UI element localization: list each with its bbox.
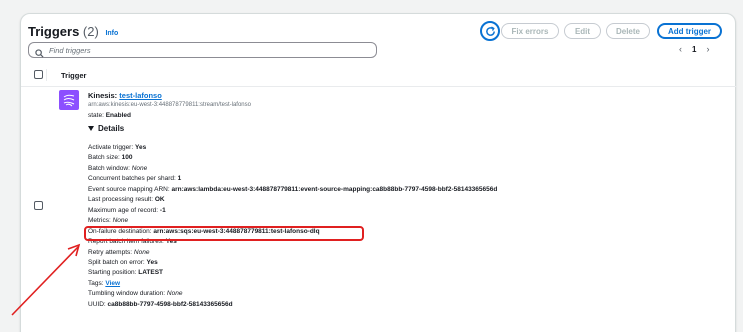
detail-label: Last processing result: [88, 196, 154, 204]
pagination: ‹ 1 › [679, 44, 709, 54]
detail-label: Retry attempts: [88, 248, 133, 256]
detail-label: Batch window: [88, 164, 130, 172]
detail-value: None [166, 290, 183, 298]
trigger-service: Kinesis: [88, 91, 118, 100]
detail-row: Tags: View [88, 279, 728, 289]
triggers-panel: Triggers (2) Info Fix errors Edit Delete… [20, 13, 737, 332]
detail-value: OK [154, 196, 165, 204]
prev-page-icon[interactable]: ‹ [679, 44, 682, 54]
detail-label: UUID: [88, 300, 106, 308]
fix-errors-button[interactable]: Fix errors [501, 23, 559, 39]
search-box [28, 42, 377, 58]
detail-label: Starting position: [88, 269, 137, 277]
refresh-button[interactable] [480, 21, 500, 41]
detail-row: Event source mapping ARN: arn:aws:lambda… [88, 185, 728, 195]
row-checkbox[interactable] [34, 201, 43, 210]
detail-row: Concurrent batches per shard: 1 [88, 174, 728, 184]
panel-title: Triggers (2) Info [28, 24, 118, 39]
detail-row: Last processing result: OK [88, 195, 728, 205]
detail-label: Event source mapping ARN: [88, 185, 170, 193]
trigger-name-link[interactable]: test-lafonso [119, 91, 162, 100]
delete-button[interactable]: Delete [606, 23, 650, 39]
detail-value: ca8b88bb-7797-4598-bbf2-58143365656d [107, 300, 233, 308]
detail-label: Maximum age of record: [88, 206, 159, 214]
detail-label: Batch size: [88, 154, 120, 162]
detail-value: None [133, 248, 150, 256]
detail-value: Yes [146, 258, 158, 266]
details-toggle[interactable]: Details [88, 124, 124, 133]
detail-row: Split batch on error: Yes [88, 258, 728, 268]
detail-row: Activate trigger: Yes [88, 143, 728, 153]
detail-value: None [131, 164, 148, 172]
detail-row: UUID: ca8b88bb-7797-4598-bbf2-5814336565… [88, 300, 728, 310]
detail-label: Metrics: [88, 217, 111, 225]
table-header: Trigger [21, 65, 737, 87]
add-trigger-button[interactable]: Add trigger [657, 23, 722, 39]
detail-value: -1 [159, 206, 166, 214]
annotation-highlight-box [84, 226, 364, 241]
detail-value: 1 [177, 175, 182, 183]
detail-row: Retry attempts: None [88, 248, 728, 258]
detail-value: LATEST [138, 269, 164, 277]
detail-row: Starting position: LATEST [88, 268, 728, 278]
detail-label: Activate trigger: [88, 144, 134, 151]
trigger-name: Kinesis: test-lafonso [88, 91, 162, 100]
detail-value: 100 [121, 154, 133, 162]
search-input[interactable] [49, 45, 349, 55]
kinesis-icon [59, 90, 79, 110]
detail-value: None [112, 217, 129, 225]
title-text: Triggers [28, 24, 80, 39]
info-link[interactable]: Info [105, 30, 118, 37]
trigger-count: (2) [82, 24, 99, 39]
details-label: Details [98, 124, 125, 133]
column-header-trigger: Trigger [61, 71, 87, 80]
search-icon [35, 45, 45, 58]
detail-row: Maximum age of record: -1 [88, 206, 728, 216]
edit-button[interactable]: Edit [564, 23, 601, 39]
detail-label: Split batch on error: [88, 258, 145, 266]
detail-row: Tumbling window duration: None [88, 289, 728, 299]
detail-value: Yes [134, 144, 147, 151]
detail-link[interactable]: View [105, 280, 120, 287]
current-page[interactable]: 1 [692, 45, 696, 54]
detail-label: Tumbling window duration: [88, 290, 166, 298]
detail-row: Batch window: None [88, 164, 728, 174]
detail-label: Concurrent batches per shard: [88, 175, 176, 183]
state-value: Enabled [105, 112, 132, 119]
caret-down-icon [88, 126, 94, 131]
refresh-icon [485, 26, 495, 36]
detail-row: Batch size: 100 [88, 153, 728, 163]
select-all-checkbox[interactable] [34, 70, 43, 79]
trigger-arn: arn:aws:kinesis:eu-west-3:448878779811:s… [88, 102, 251, 108]
next-page-icon[interactable]: › [706, 44, 709, 54]
column-divider [46, 69, 47, 81]
detail-value: arn:aws:lambda:eu-west-3:448878779811:ev… [171, 185, 498, 193]
state-label: state: [88, 112, 104, 119]
detail-label: Tags: [88, 279, 104, 287]
trigger-state: state: Enabled [88, 112, 131, 119]
